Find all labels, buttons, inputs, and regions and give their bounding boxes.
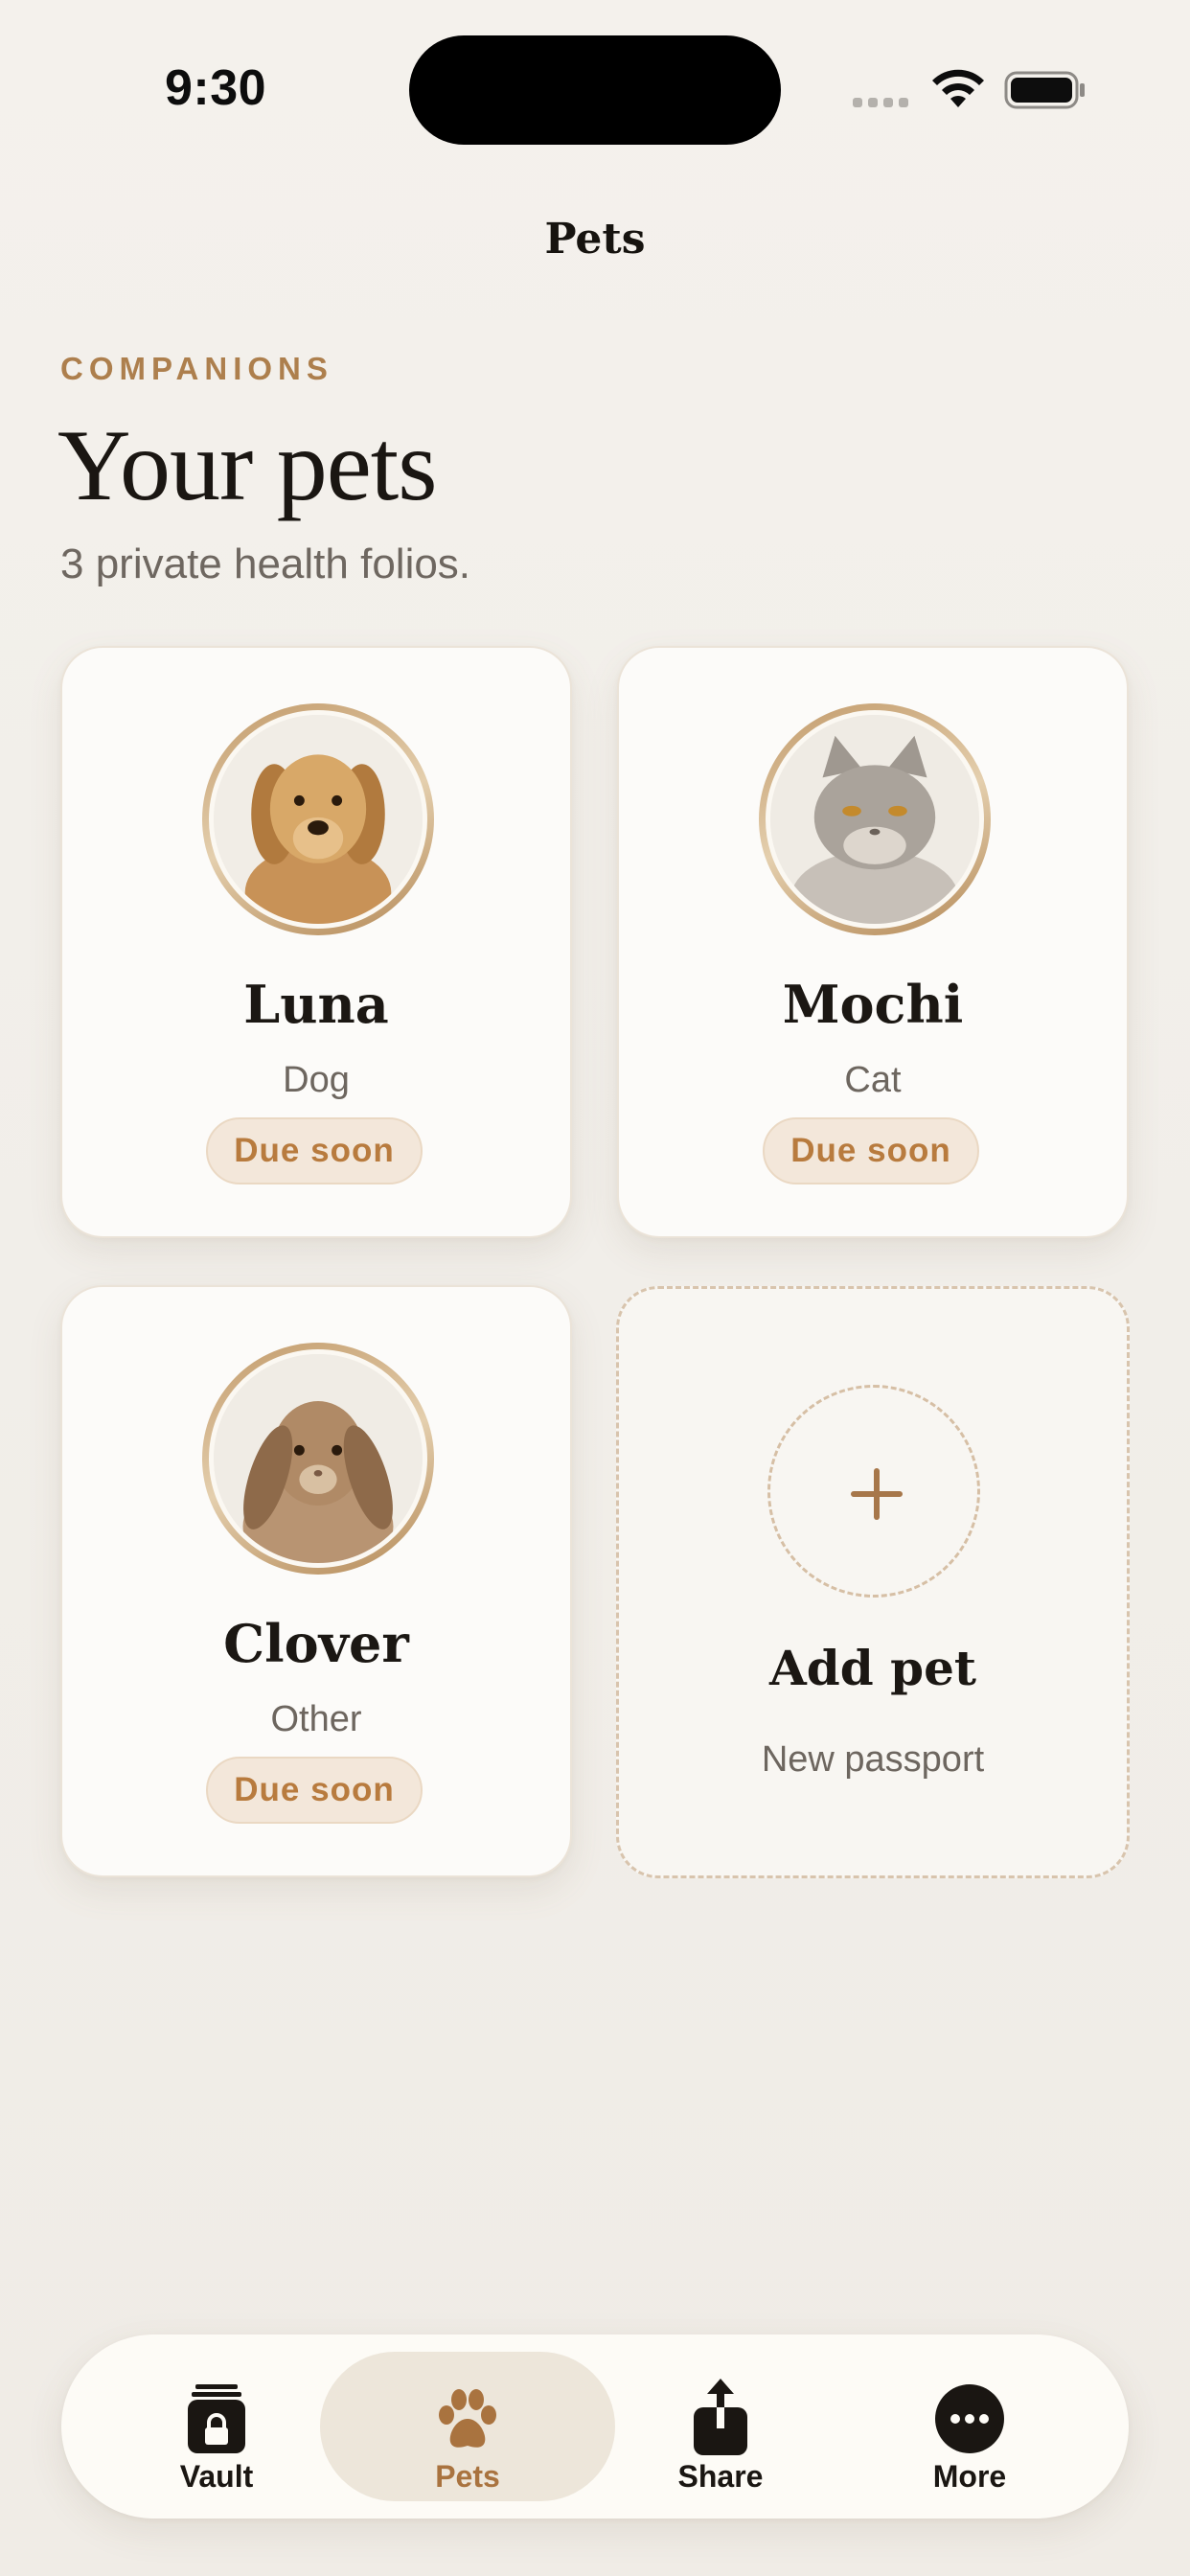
tab-vault[interactable]: Vault — [102, 2352, 332, 2501]
page-subtitle: 3 private health folios. — [60, 540, 471, 587]
status-badge: Due soon — [206, 1117, 423, 1184]
pet-avatar — [202, 703, 434, 935]
wifi-icon — [932, 69, 984, 107]
pet-name: Clover — [223, 1613, 409, 1674]
cellular-signal-icon — [853, 98, 908, 107]
tab-label: More — [932, 2459, 1007, 2494]
dynamic-island — [409, 35, 781, 145]
status-badge: Due soon — [763, 1117, 979, 1184]
british-shorthair-cat-photo — [770, 715, 979, 924]
pet-avatar — [202, 1343, 434, 1575]
pet-species: Dog — [283, 1060, 350, 1100]
pet-card-clover[interactable]: Clover Other Due soon — [60, 1285, 572, 1877]
golden-retriever-photo — [214, 715, 423, 924]
pet-name: Mochi — [782, 974, 964, 1035]
lop-rabbit-photo — [214, 1354, 423, 1563]
status-time: 9:30 — [165, 60, 267, 116]
pet-card-luna[interactable]: Luna Dog Due soon — [60, 646, 572, 1238]
tab-label: Pets — [435, 2459, 500, 2494]
battery-icon — [1004, 71, 1085, 109]
tab-pets[interactable]: Pets — [320, 2352, 615, 2501]
pet-avatar — [759, 703, 991, 935]
pet-name: Luna — [243, 974, 389, 1035]
lock-icon — [188, 2384, 245, 2453]
paw-icon — [439, 2389, 496, 2448]
more-icon — [935, 2384, 1004, 2453]
tab-more[interactable]: More — [855, 2352, 1085, 2501]
nav-title: Pets — [544, 215, 646, 264]
plus-icon — [767, 1385, 980, 1598]
section-eyebrow: COMPANIONS — [60, 351, 333, 386]
share-icon — [694, 2379, 747, 2455]
tab-share[interactable]: Share — [606, 2352, 835, 2501]
tab-bar: Vault Pets Share More — [61, 2334, 1129, 2518]
page-heading: Your pets — [57, 409, 437, 521]
tab-label: Vault — [179, 2459, 254, 2494]
tab-label: Share — [677, 2459, 764, 2494]
status-badge: Due soon — [206, 1757, 423, 1824]
add-pet-card[interactable]: Add pet New passport — [616, 1286, 1130, 1878]
pet-card-mochi[interactable]: Mochi Cat Due soon — [617, 646, 1129, 1238]
add-pet-subtitle: New passport — [761, 1739, 985, 1780]
add-pet-title: Add pet — [769, 1640, 976, 1696]
pet-species: Other — [270, 1699, 362, 1739]
pet-species: Cat — [844, 1060, 902, 1100]
